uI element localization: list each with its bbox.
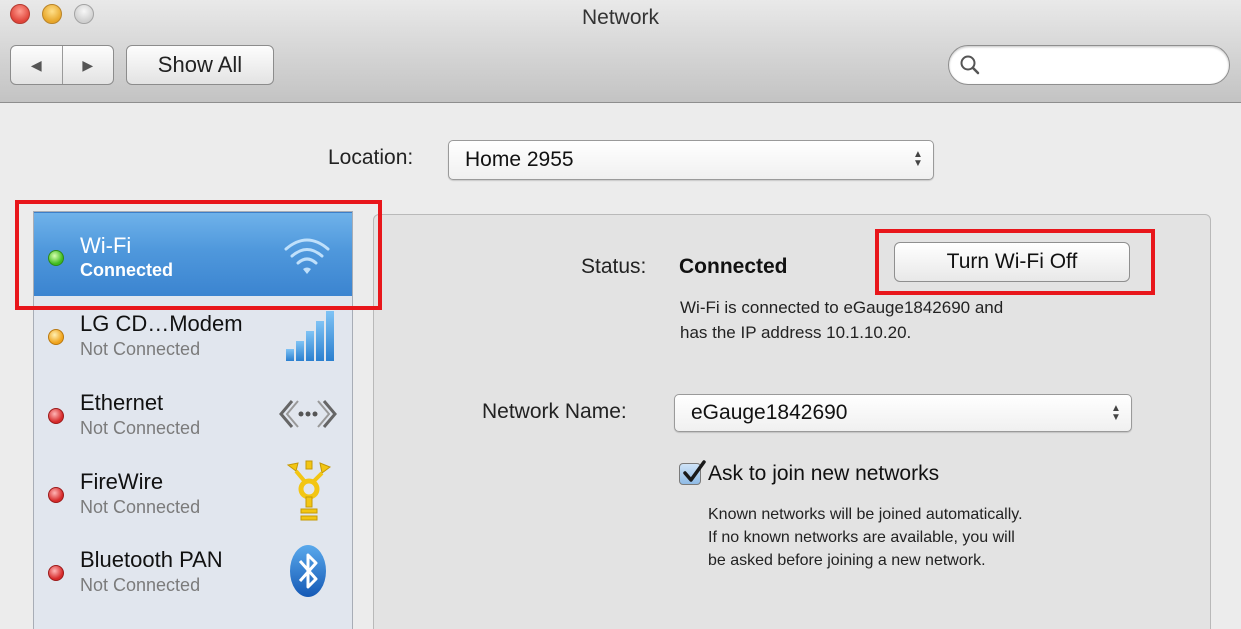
service-item-ethernet[interactable]: Ethernet Not Connected [34, 375, 352, 455]
ethernet-icon [279, 400, 337, 428]
status-value: Connected [679, 255, 788, 278]
status-dot-icon [48, 487, 64, 503]
service-name: LG CD…Modem [80, 311, 243, 336]
location-label: Location: [328, 146, 414, 169]
service-status: Not Connected [80, 497, 201, 517]
service-item-bluetooth-pan[interactable]: Bluetooth PAN Not Connected [34, 531, 352, 611]
location-popup[interactable]: Home 2955 ▲ ▼ [448, 140, 934, 180]
network-name-label: Network Name: [482, 400, 627, 423]
search-input[interactable] [985, 52, 1219, 80]
search-icon [960, 55, 980, 75]
back-arrow-icon: ◀ [30, 56, 42, 73]
ask-to-join-label[interactable]: Ask to join new networks [708, 462, 939, 486]
search-field[interactable] [948, 45, 1230, 85]
back-forward-control: ◀ ▶ [10, 45, 114, 85]
service-status: Not Connected [80, 575, 201, 595]
status-description-line: has the IP address 10.1.10.20. [680, 323, 912, 342]
network-name-value: eGauge1842690 [691, 401, 848, 424]
forward-button[interactable]: ▶ [61, 46, 114, 84]
show-all-button[interactable]: Show All [126, 45, 274, 85]
network-name-popup[interactable]: eGauge1842690 ▲ ▼ [674, 394, 1132, 432]
service-status: Not Connected [80, 339, 201, 359]
ask-to-join-help-text: Known networks will be joined automatica… [708, 503, 1148, 572]
status-description: Wi-Fi is connected to eGauge1842690 and … [680, 295, 1140, 345]
popup-arrows-icon: ▲ ▼ [1111, 403, 1121, 423]
toolbar: Network ◀ ▶ Show All [0, 0, 1241, 103]
network-preferences-window: Network ◀ ▶ Show All Location: Home 2955… [0, 0, 1241, 629]
help-text-line: Known networks will be joined automatica… [708, 506, 1023, 523]
status-dot-icon [48, 408, 64, 424]
back-button[interactable]: ◀ [11, 46, 62, 84]
service-name: Bluetooth PAN [80, 547, 223, 572]
help-text-line: If no known networks are available, you … [708, 529, 1015, 546]
service-item-firewire[interactable]: FireWire Not Connected [34, 453, 352, 533]
status-label: Status: [581, 255, 647, 278]
help-text-line: be asked before joining a new network. [708, 552, 986, 569]
popup-arrows-icon: ▲ ▼ [913, 149, 923, 169]
ask-to-join-checkbox[interactable] [679, 460, 706, 485]
status-dot-icon [48, 329, 64, 345]
location-value: Home 2955 [465, 148, 574, 171]
forward-arrow-icon: ▶ [82, 56, 94, 73]
service-status: Not Connected [80, 418, 201, 438]
bluetooth-icon [290, 545, 326, 597]
signal-bars-icon [286, 311, 334, 361]
checkmark-icon [683, 460, 706, 482]
firewire-icon [286, 460, 332, 521]
service-name: FireWire [80, 469, 164, 494]
window-title: Network [581, 6, 660, 29]
status-description-line: Wi-Fi is connected to eGauge1842690 and [680, 298, 1004, 317]
annotation-highlight-turn-off-button [875, 229, 1155, 295]
annotation-highlight-wifi-service [15, 200, 382, 310]
service-name: Ethernet [80, 390, 164, 415]
status-dot-icon [48, 565, 64, 581]
